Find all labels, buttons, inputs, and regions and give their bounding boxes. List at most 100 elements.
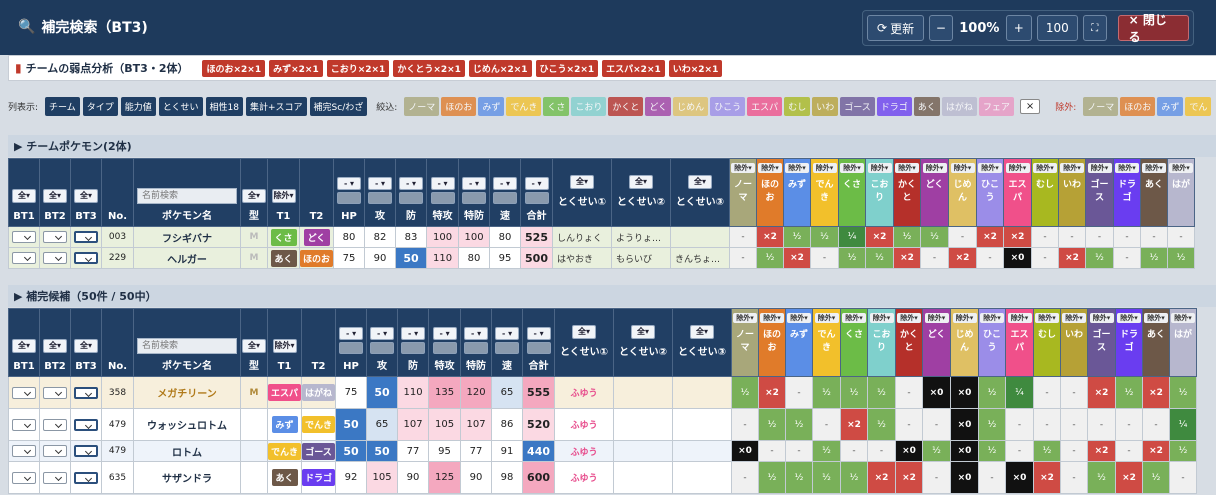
stat-filter-select[interactable]: - ▾ [399,177,424,190]
exclude-filter-button[interactable]: 除外▾ [272,339,297,353]
filter-all-button[interactable]: 全▾ [242,339,266,353]
exclude-filter-button[interactable]: 除外▾ [785,163,810,173]
stat-filter-value[interactable] [464,342,489,354]
exclude-filter-button[interactable]: 除外▾ [867,163,892,173]
exclude-filter-button[interactable]: 除外▾ [840,163,865,173]
column-toggle-button[interactable]: とくせい [158,96,203,116]
exclude-filter-button[interactable]: 除外▾ [814,313,839,323]
filter-all-button[interactable]: 全▾ [629,174,654,189]
candidate-section-header[interactable]: ▶ 補完候補（50件 / 50中） [8,285,1216,307]
stat-filter-select[interactable]: - ▾ [430,177,455,190]
battle-team-select[interactable] [43,445,67,457]
table-row[interactable]: 003 フシギバナ M くさ どく 80 82 83 100 100 80 525 しんりょく ようりょ…… [8,226,1196,248]
stat-filter-value[interactable] [370,342,395,354]
table-row[interactable]: 479 ロトム でんき ゴース 50 50 77 95 77 91 440 ふゆう ×0- - ½ - - ×0 ½… [8,440,1198,462]
table-row[interactable]: 479 ウォッシュロトム みず でんき 50 65 107 105 107 86 520 ふゆう - ½ ½… [8,408,1198,441]
filter-all-button[interactable]: 全▾ [74,339,98,353]
exclude-filter-button[interactable]: 除外▾ [1169,163,1194,173]
column-toggle-button[interactable]: チーム [45,96,80,116]
exclude-filter-button[interactable]: 除外▾ [271,189,296,203]
narrow-type-chip[interactable]: ドラゴ [876,96,912,116]
filter-all-button[interactable]: 全▾ [570,174,595,189]
narrow-type-chip[interactable]: むし [784,96,811,116]
stat-filter-select[interactable]: - ▾ [526,327,551,340]
stat-filter-value[interactable] [337,192,362,204]
count-field[interactable]: 100 [1036,15,1078,41]
stat-filter-select[interactable]: - ▾ [462,177,487,190]
exclude-filter-button[interactable]: 除外▾ [1142,163,1167,173]
stat-filter-value[interactable] [495,342,520,354]
stat-filter-select[interactable]: - ▾ [339,327,364,340]
battle-team-select[interactable] [43,418,67,431]
exclude-filter-button[interactable]: 除外▾ [1007,313,1032,323]
exclude-type-chip[interactable]: ノーマ [1083,96,1119,116]
narrow-type-chip[interactable]: こおり [571,96,607,116]
stat-filter-value[interactable] [401,342,426,354]
battle-team-select[interactable] [12,386,36,399]
filter-all-button[interactable]: 全▾ [242,189,266,203]
filter-all-button[interactable]: 全▾ [43,189,67,203]
table-row[interactable]: 635 サザンドラ あく ドラゴ 92 105 90 125 90 98 600 ふゆう - ½ ½ ½ ½ ×2… [8,461,1198,494]
stat-filter-value[interactable] [399,192,424,204]
filter-all-button[interactable]: 全▾ [12,189,36,203]
column-label[interactable]: 合計 [522,210,551,223]
exclude-filter-button[interactable]: 除外▾ [1087,163,1112,173]
exclude-filter-button[interactable]: 除外▾ [1115,163,1140,173]
stat-filter-select[interactable]: - ▾ [524,177,549,190]
battle-team-select[interactable] [12,418,36,431]
narrow-type-chip[interactable]: いわ [812,96,839,116]
narrow-type-chip[interactable]: ノーマ [404,96,440,116]
column-toggle-button[interactable]: 集計+スコア [246,96,307,116]
stat-filter-select[interactable]: - ▾ [401,327,426,340]
exclude-filter-button[interactable]: 除外▾ [869,313,894,323]
narrow-type-chip[interactable]: でんき [506,96,542,116]
stat-filter-select[interactable]: - ▾ [493,177,518,190]
zoom-out-button[interactable]: − [929,15,953,41]
exclude-filter-button[interactable]: 除外▾ [952,313,977,323]
exclude-filter-button[interactable]: 除外▾ [1062,313,1087,323]
column-toggle-button[interactable]: 相性18 [205,96,243,116]
battle-team-select[interactable] [12,231,36,243]
filter-all-button[interactable]: 全▾ [688,174,713,189]
battle-team-select[interactable] [43,471,67,484]
column-toggle-button[interactable]: 補完Sc/わざ [309,96,368,116]
filter-all-button[interactable]: 全▾ [74,189,98,203]
exclude-filter-button[interactable]: 除外▾ [758,163,783,173]
battle-team-select[interactable] [43,231,67,243]
exclude-filter-button[interactable]: 除外▾ [1060,163,1085,173]
exclude-filter-button[interactable]: 除外▾ [897,313,922,323]
battle-team-select[interactable] [12,445,36,457]
narrow-type-chip[interactable]: ほのお [441,96,477,116]
table-row[interactable]: 229 ヘルガー M あく ほのお 75 90 50 110 80 95 500 はやおき もらいび きんち… [8,247,1196,269]
narrow-type-chip[interactable]: みず [478,96,505,116]
exclude-filter-button[interactable]: 除外▾ [1117,313,1142,323]
filter-all-button[interactable]: 全▾ [631,324,656,339]
exclude-filter-button[interactable]: 除外▾ [1035,313,1060,323]
stat-filter-select[interactable]: - ▾ [432,327,457,340]
column-toggle-button[interactable]: 能力値 [120,96,156,116]
exclude-filter-button[interactable]: 除外▾ [731,163,756,173]
stat-filter-value[interactable] [368,192,393,204]
zoom-in-button[interactable]: + [1006,15,1032,41]
battle-team-select[interactable] [74,418,98,431]
battle-team-select[interactable] [43,252,67,264]
stat-filter-value[interactable] [526,342,551,354]
narrow-type-chip[interactable]: はがね [941,96,977,116]
name-search-input[interactable]: 名前検索 [137,338,237,354]
exclude-filter-button[interactable]: 除外▾ [895,163,920,173]
stat-filter-select[interactable]: - ▾ [337,177,362,190]
stat-filter-select[interactable]: - ▾ [495,327,520,340]
stat-filter-value[interactable] [432,342,457,354]
narrow-type-chip[interactable]: ひこう [710,96,746,116]
narrow-type-chip[interactable]: どく [645,96,672,116]
battle-team-select[interactable] [43,386,67,399]
exclude-filter-button[interactable]: 除外▾ [787,313,812,323]
exclude-filter-button[interactable]: 除外▾ [980,313,1005,323]
stat-filter-select[interactable]: - ▾ [464,327,489,340]
team-section-header[interactable]: ▶ チームポケモン(2体) [8,135,1216,157]
filter-all-button[interactable]: 全▾ [690,324,715,339]
stat-filter-value[interactable] [493,192,518,204]
stat-filter-value[interactable] [430,192,455,204]
narrow-type-chip[interactable]: かくと [608,96,644,116]
exclude-filter-button[interactable]: 除外▾ [978,163,1003,173]
